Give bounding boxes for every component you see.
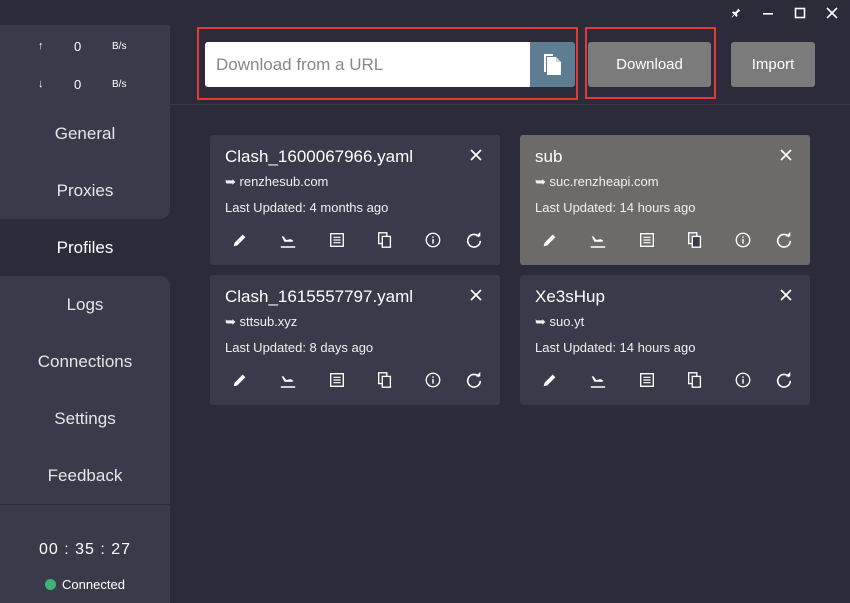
refresh-icon[interactable] (464, 370, 484, 390)
sidebar-item-connections[interactable]: Connections (0, 333, 170, 390)
profile-last-updated: Last Updated: 14 hours ago (535, 200, 696, 215)
flight-land-icon[interactable] (278, 230, 298, 250)
profile-last-updated: Last Updated: 14 hours ago (535, 340, 696, 355)
profile-card[interactable]: Clash_1600067966.yaml ➥ renzhesub.com La… (210, 135, 500, 265)
close-icon[interactable] (780, 285, 792, 306)
connection-status-label: Connected (62, 577, 125, 592)
edit-icon[interactable] (230, 230, 250, 250)
profile-name: sub (535, 147, 563, 166)
sidebar: ↑ 0 B/s ↓ 0 B/s General Proxies Profiles… (0, 25, 170, 603)
profile-last-updated: Last Updated: 4 months ago (225, 200, 389, 215)
flight-land-icon[interactable] (278, 370, 298, 390)
upload-value: 0 (74, 38, 82, 54)
title-bar (0, 0, 850, 25)
close-icon[interactable] (470, 145, 482, 166)
close-icon[interactable] (780, 145, 792, 166)
flight-land-icon[interactable] (588, 370, 608, 390)
list-icon[interactable] (637, 370, 657, 390)
maximize-icon[interactable] (788, 3, 812, 23)
sidebar-item-proxies[interactable]: Proxies (0, 162, 170, 219)
uptime-timer: 00 : 35 : 27 (38, 541, 132, 558)
list-icon[interactable] (327, 230, 347, 250)
profile-last-updated: Last Updated: 8 days ago (225, 340, 374, 355)
profile-source: ➥ sttsub.xyz (225, 314, 298, 329)
profile-actions (230, 230, 486, 250)
refresh-icon[interactable] (464, 230, 484, 250)
profile-card[interactable]: Clash_1615557797.yaml ➥ sttsub.xyz Last … (210, 275, 500, 405)
copy-icon[interactable] (375, 370, 395, 390)
upload-unit: B/s (112, 40, 127, 52)
download-arrow-icon: ↓ (38, 78, 44, 90)
sidebar-item-profiles[interactable]: Profiles (0, 219, 170, 276)
flight-land-icon[interactable] (588, 230, 608, 250)
refresh-icon[interactable] (774, 230, 794, 250)
download-highlight-box (585, 27, 716, 99)
upload-speed: ↑ 0 B/s (0, 36, 170, 56)
sidebar-item-settings[interactable]: Settings (0, 390, 170, 447)
info-icon[interactable] (733, 230, 753, 250)
download-speed: ↓ 0 B/s (0, 74, 170, 94)
copy-icon[interactable] (685, 370, 705, 390)
profile-source: ➥ suc.renzheapi.com (535, 174, 659, 189)
profile-actions (540, 230, 796, 250)
download-value: 0 (74, 76, 82, 92)
sidebar-item-feedback[interactable]: Feedback (0, 447, 170, 504)
sidebar-nav: General Proxies Profiles Logs Connection… (0, 105, 170, 504)
copy-icon[interactable] (375, 230, 395, 250)
pin-icon[interactable] (724, 3, 748, 23)
info-icon[interactable] (423, 230, 443, 250)
connection-status: Connected (0, 577, 170, 592)
close-icon[interactable] (820, 3, 844, 23)
profiles-toolbar: Download Import (170, 25, 850, 105)
list-icon[interactable] (327, 370, 347, 390)
edit-icon[interactable] (230, 370, 250, 390)
edit-icon[interactable] (540, 230, 560, 250)
import-button[interactable]: Import (731, 42, 815, 87)
status-dot-icon (45, 579, 57, 590)
minimize-icon[interactable] (756, 3, 780, 23)
profile-card[interactable]: Xe3sHup ➥ suo.yt Last Updated: 14 hours … (520, 275, 810, 405)
info-icon[interactable] (733, 370, 753, 390)
profile-actions (540, 370, 796, 390)
status-panel: 00 : 35 : 27 Connected (0, 504, 170, 603)
profile-name: Clash_1615557797.yaml (225, 287, 414, 306)
download-unit: B/s (112, 78, 127, 90)
refresh-icon[interactable] (774, 370, 794, 390)
profile-source: ➥ renzhesub.com (225, 174, 329, 189)
profile-name: Clash_1600067966.yaml (225, 147, 414, 166)
list-icon[interactable] (637, 230, 657, 250)
profile-actions (230, 370, 486, 390)
traffic-monitor: ↑ 0 B/s ↓ 0 B/s (0, 25, 170, 105)
edit-icon[interactable] (540, 370, 560, 390)
info-icon[interactable] (423, 370, 443, 390)
copy-icon[interactable] (685, 230, 705, 250)
close-icon[interactable] (470, 285, 482, 306)
sidebar-item-general[interactable]: General (0, 105, 170, 162)
profile-name: Xe3sHup (535, 287, 605, 306)
window-controls (724, 3, 844, 23)
sidebar-item-logs[interactable]: Logs (0, 276, 170, 333)
url-highlight-box (197, 27, 578, 100)
profile-card[interactable]: sub ➥ suc.renzheapi.com Last Updated: 14… (520, 135, 810, 265)
upload-arrow-icon: ↑ (38, 40, 44, 52)
profile-source: ➥ suo.yt (535, 314, 585, 329)
